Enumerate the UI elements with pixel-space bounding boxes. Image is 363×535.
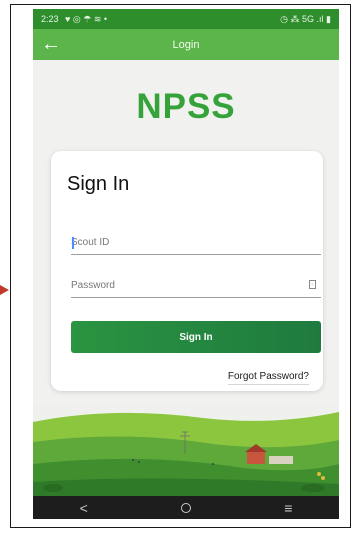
visibility-toggle-icon[interactable]: ◦	[309, 280, 316, 289]
status-icons-left: ♥ ◎ ☂ ≋ •	[65, 13, 108, 24]
farm-landscape-illustration	[33, 402, 339, 496]
nav-back-icon[interactable]: <	[80, 500, 88, 516]
status-bar: 2:23 ♥ ◎ ☂ ≋ • ◷ ⁂ 5G .ıl ▮	[33, 9, 339, 29]
sign-in-heading: Sign In	[67, 173, 130, 195]
text-cursor	[72, 237, 74, 249]
phone-screen: 2:23 ♥ ◎ ☂ ≋ • ◷ ⁂ 5G .ıl ▮ ← Login NPSS…	[33, 9, 339, 519]
arrow-left-icon[interactable]: ←	[41, 33, 61, 55]
app-bar: ← Login	[33, 29, 339, 60]
scout-id-input[interactable]	[71, 231, 321, 255]
forgot-password-link[interactable]: Forgot Password?	[227, 371, 309, 385]
app-bar-title: Login	[172, 38, 200, 51]
status-icons-right: ◷ ⁂ 5G .ıl ▮	[280, 13, 331, 24]
status-time: 2:23	[41, 13, 59, 24]
system-nav-bar: < ≡	[33, 496, 339, 519]
nav-menu-icon[interactable]: ≡	[284, 500, 292, 516]
nav-home-icon[interactable]	[180, 502, 191, 513]
login-card: Sign In ◦ Sign In Forgot Password?	[51, 151, 323, 391]
pointer-arrow	[0, 285, 9, 295]
status-left: 2:23 ♥ ◎ ☂ ≋ •	[41, 14, 107, 25]
password-input[interactable]	[71, 274, 321, 298]
sign-in-button[interactable]: Sign In	[71, 321, 321, 353]
brand-logo: NPSS	[136, 87, 236, 126]
